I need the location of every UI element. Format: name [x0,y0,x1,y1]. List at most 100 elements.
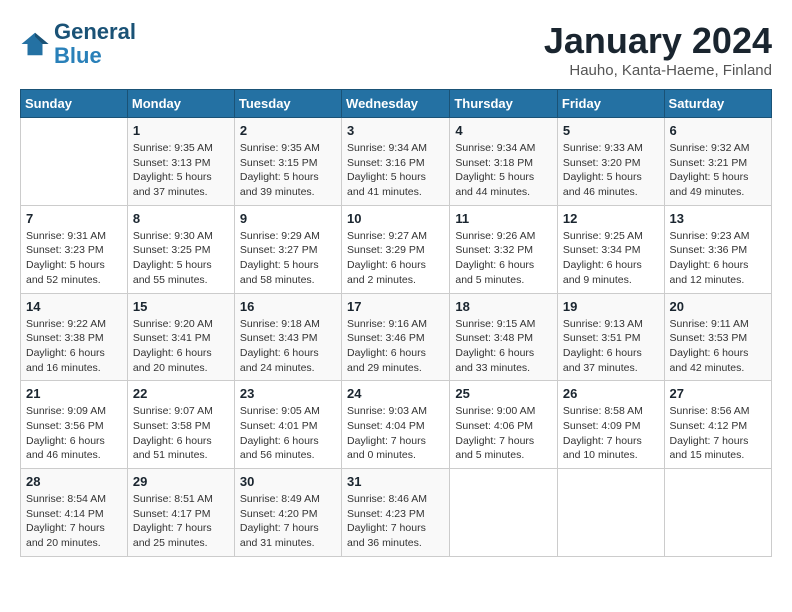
day-info: Sunrise: 9:29 AM Sunset: 3:27 PM Dayligh… [240,229,336,288]
week-row-4: 28 Sunrise: 8:54 AM Sunset: 4:14 PM Dayli… [21,469,772,557]
day-number: 23 [240,386,336,401]
day-info: Sunrise: 9:34 AM Sunset: 3:16 PM Dayligh… [347,141,444,200]
logo-icon [20,29,50,59]
day-info: Sunrise: 8:56 AM Sunset: 4:12 PM Dayligh… [670,404,766,463]
day-number: 31 [347,474,444,489]
calendar-cell: 26Sunrise: 8:58 AM Sunset: 4:09 PM Dayli… [557,381,664,469]
calendar-cell: 18Sunrise: 9:15 AM Sunset: 3:48 PM Dayli… [450,293,558,381]
day-number: 21 [26,386,122,401]
day-number: 29 [133,474,229,489]
calendar-cell: 19Sunrise: 9:13 AM Sunset: 3:51 PM Dayli… [557,293,664,381]
calendar-cell: 30Sunrise: 8:49 AM Sunset: 4:20 PM Dayli… [234,469,341,557]
header-saturday: Saturday [664,90,771,118]
calendar-cell [557,469,664,557]
day-number: 19 [563,299,659,314]
week-row-2: 14 Sunrise: 9:22 AM Sunset: 3:38 PM Dayli… [21,293,772,381]
calendar-cell: 17 Sunrise: 9:16 AM Sunset: 3:46 PM Dayli… [342,293,450,381]
day-info: Sunrise: 9:26 AM Sunset: 3:32 PM Dayligh… [455,229,552,288]
calendar-cell: 27Sunrise: 8:56 AM Sunset: 4:12 PM Dayli… [664,381,771,469]
header-sunday: Sunday [21,90,128,118]
calendar-cell: 23 Sunrise: 9:05 AM Sunset: 4:01 PM Dayli… [234,381,341,469]
calendar-cell: 29 Sunrise: 8:51 AM Sunset: 4:17 PM Dayli… [127,469,234,557]
day-number: 22 [133,386,229,401]
day-number: 24 [347,386,444,401]
day-number: 12 [563,211,659,226]
calendar-cell: 14 Sunrise: 9:22 AM Sunset: 3:38 PM Dayli… [21,293,128,381]
day-number: 25 [455,386,552,401]
header-tuesday: Tuesday [234,90,341,118]
day-info: Sunrise: 9:11 AM Sunset: 3:53 PM Dayligh… [670,317,766,376]
calendar-cell: 9 Sunrise: 9:29 AM Sunset: 3:27 PM Daylig… [234,205,341,293]
calendar-cell [450,469,558,557]
day-info: Sunrise: 9:32 AM Sunset: 3:21 PM Dayligh… [670,141,766,200]
day-info: Sunrise: 9:15 AM Sunset: 3:48 PM Dayligh… [455,317,552,376]
calendar-cell: 22Sunrise: 9:07 AM Sunset: 3:58 PM Dayli… [127,381,234,469]
week-row-3: 21 Sunrise: 9:09 AM Sunset: 3:56 PM Dayli… [21,381,772,469]
day-info: Sunrise: 9:18 AM Sunset: 3:43 PM Dayligh… [240,317,336,376]
day-number: 14 [26,299,122,314]
day-number: 20 [670,299,766,314]
header-wednesday: Wednesday [342,90,450,118]
day-number: 3 [347,123,444,138]
calendar-cell: 21 Sunrise: 9:09 AM Sunset: 3:56 PM Dayli… [21,381,128,469]
day-number: 10 [347,211,444,226]
day-number: 7 [26,211,122,226]
day-info: Sunrise: 9:03 AM Sunset: 4:04 PM Dayligh… [347,404,444,463]
calendar-cell: 2Sunrise: 9:35 AM Sunset: 3:15 PM Daylig… [234,118,341,206]
day-info: Sunrise: 9:05 AM Sunset: 4:01 PM Dayligh… [240,404,336,463]
calendar-cell: 12 Sunrise: 9:25 AM Sunset: 3:34 PM Dayli… [557,205,664,293]
day-number: 9 [240,211,336,226]
week-row-0: 1 Sunrise: 9:35 AM Sunset: 3:13 PM Daylig… [21,118,772,206]
day-info: Sunrise: 9:31 AM Sunset: 3:23 PM Dayligh… [26,229,122,288]
calendar-cell: 11 Sunrise: 9:26 AM Sunset: 3:32 PM Dayli… [450,205,558,293]
day-info: Sunrise: 9:22 AM Sunset: 3:38 PM Dayligh… [26,317,122,376]
month-title: January 2024 [544,20,772,62]
day-number: 6 [670,123,766,138]
day-info: Sunrise: 8:49 AM Sunset: 4:20 PM Dayligh… [240,492,336,551]
day-info: Sunrise: 9:20 AM Sunset: 3:41 PM Dayligh… [133,317,229,376]
calendar-cell: 7 Sunrise: 9:31 AM Sunset: 3:23 PM Daylig… [21,205,128,293]
day-number: 4 [455,123,552,138]
calendar-header-row: SundayMondayTuesdayWednesdayThursdayFrid… [21,90,772,118]
calendar-cell: 4Sunrise: 9:34 AM Sunset: 3:18 PM Daylig… [450,118,558,206]
calendar-cell: 28 Sunrise: 8:54 AM Sunset: 4:14 PM Dayli… [21,469,128,557]
day-number: 8 [133,211,229,226]
day-number: 5 [563,123,659,138]
calendar-cell: 31Sunrise: 8:46 AM Sunset: 4:23 PM Dayli… [342,469,450,557]
day-info: Sunrise: 9:09 AM Sunset: 3:56 PM Dayligh… [26,404,122,463]
calendar-cell: 15 Sunrise: 9:20 AM Sunset: 3:41 PM Dayli… [127,293,234,381]
logo-text: General Blue [54,20,136,68]
calendar-cell [664,469,771,557]
page-header: General Blue January 2024 Hauho, Kanta-H… [20,20,772,79]
day-info: Sunrise: 9:00 AM Sunset: 4:06 PM Dayligh… [455,404,552,463]
calendar-table: SundayMondayTuesdayWednesdayThursdayFrid… [20,89,772,557]
day-info: Sunrise: 9:16 AM Sunset: 3:46 PM Dayligh… [347,317,444,376]
logo: General Blue [20,20,136,68]
day-number: 26 [563,386,659,401]
week-row-1: 7 Sunrise: 9:31 AM Sunset: 3:23 PM Daylig… [21,205,772,293]
day-info: Sunrise: 9:25 AM Sunset: 3:34 PM Dayligh… [563,229,659,288]
calendar-cell: 25 Sunrise: 9:00 AM Sunset: 4:06 PM Dayli… [450,381,558,469]
day-info: Sunrise: 9:35 AM Sunset: 3:15 PM Dayligh… [240,141,336,200]
day-info: Sunrise: 9:30 AM Sunset: 3:25 PM Dayligh… [133,229,229,288]
calendar-cell: 10Sunrise: 9:27 AM Sunset: 3:29 PM Dayli… [342,205,450,293]
calendar-cell: 1 Sunrise: 9:35 AM Sunset: 3:13 PM Daylig… [127,118,234,206]
day-info: Sunrise: 8:51 AM Sunset: 4:17 PM Dayligh… [133,492,229,551]
day-number: 17 [347,299,444,314]
calendar-cell [21,118,128,206]
day-number: 1 [133,123,229,138]
calendar-cell: 20 Sunrise: 9:11 AM Sunset: 3:53 PM Dayli… [664,293,771,381]
day-number: 15 [133,299,229,314]
calendar-cell: 16 Sunrise: 9:18 AM Sunset: 3:43 PM Dayli… [234,293,341,381]
calendar-cell: 6 Sunrise: 9:32 AM Sunset: 3:21 PM Daylig… [664,118,771,206]
day-info: Sunrise: 9:33 AM Sunset: 3:20 PM Dayligh… [563,141,659,200]
calendar-cell: 8 Sunrise: 9:30 AM Sunset: 3:25 PM Daylig… [127,205,234,293]
day-info: Sunrise: 9:35 AM Sunset: 3:13 PM Dayligh… [133,141,229,200]
day-info: Sunrise: 9:23 AM Sunset: 3:36 PM Dayligh… [670,229,766,288]
day-number: 28 [26,474,122,489]
day-info: Sunrise: 8:54 AM Sunset: 4:14 PM Dayligh… [26,492,122,551]
day-number: 16 [240,299,336,314]
day-number: 11 [455,211,552,226]
title-section: January 2024 Hauho, Kanta-Haeme, Finland [544,20,772,79]
header-monday: Monday [127,90,234,118]
